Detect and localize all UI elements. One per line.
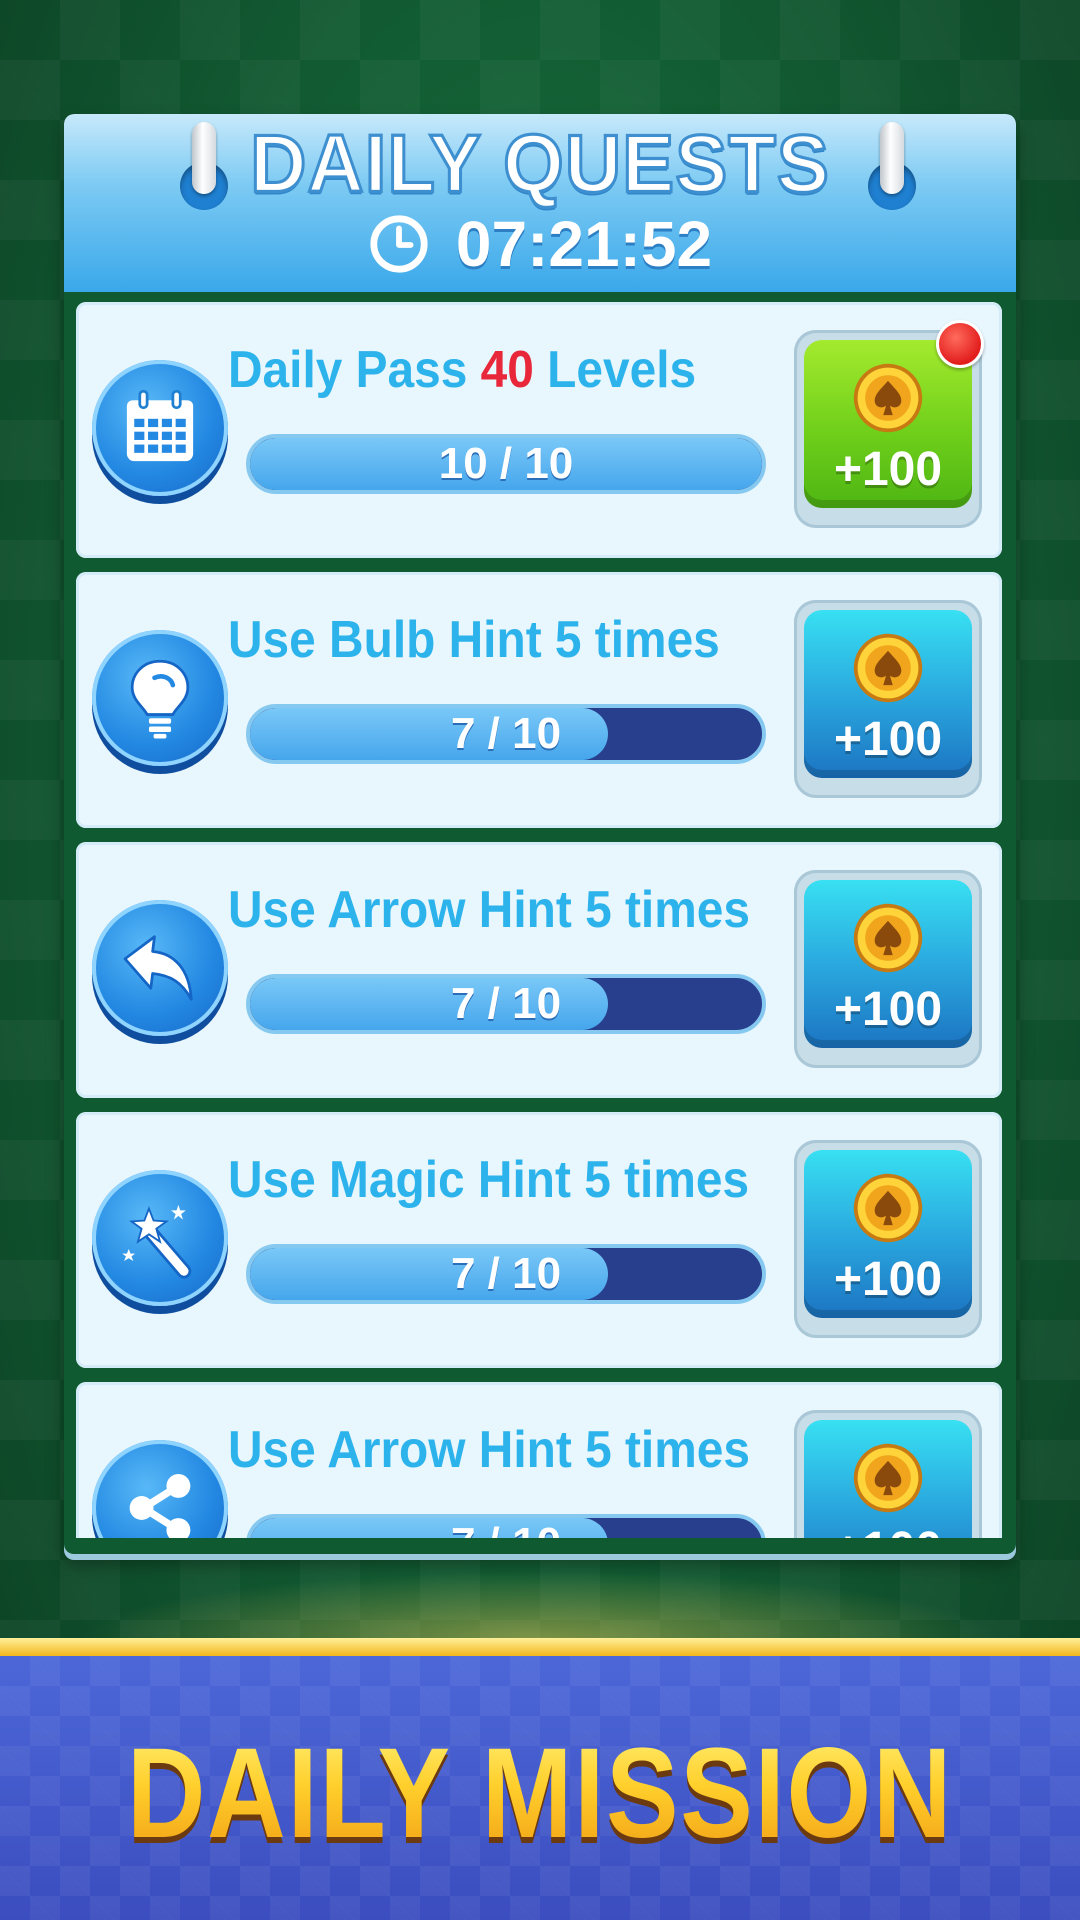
- notification-dot: [936, 320, 984, 368]
- progress-text: 7 / 10: [450, 1249, 562, 1298]
- progress-text: 7 / 10: [450, 979, 562, 1028]
- quest-card: Use Arrow Hint 5 times 7 / 10 +100: [76, 1382, 1002, 1538]
- claim-reward-button[interactable]: +100: [804, 340, 972, 508]
- progress-bar: 7 / 10: [246, 704, 766, 764]
- quest-card: Daily Pass 40 Levels 10 / 10 +100: [76, 302, 1002, 558]
- arrow-icon: [123, 935, 193, 1001]
- share-icon: [129, 1473, 191, 1538]
- board-header: DAILY QUESTS 07:21:52: [64, 114, 1016, 292]
- quest-title: Daily Pass 40 Levels: [228, 341, 697, 399]
- banner-gold-strip: [0, 1638, 1080, 1656]
- quest-card: Use Arrow Hint 5 times 7 / 10 +100: [76, 842, 1002, 1098]
- page-title: DAILY QUESTS: [249, 115, 831, 211]
- reward-button[interactable]: +100: [804, 610, 972, 778]
- reward-amount: +100: [833, 443, 943, 496]
- progress-text: 10 / 10: [438, 439, 574, 488]
- reward-frame: +100: [794, 600, 982, 798]
- reward-button[interactable]: +100: [804, 880, 972, 1048]
- reward-amount: +100: [834, 1522, 942, 1538]
- progress-bar: 10 / 10: [246, 434, 766, 494]
- quest-list[interactable]: Daily Pass 40 Levels 10 / 10 +100 Use Bu…: [64, 302, 1016, 1538]
- reward-frame: +100: [794, 1140, 982, 1338]
- reward-frame: +100: [794, 870, 982, 1068]
- reward-amount: +100: [833, 713, 943, 766]
- progress-bar: 7 / 10: [246, 974, 766, 1034]
- reward-amount: +100: [833, 983, 943, 1036]
- spade-coin-icon: [853, 633, 923, 703]
- banner-glow: [0, 1560, 1080, 1640]
- reward-amount: +100: [833, 1253, 943, 1306]
- banner-title: DAILY MISSION: [81, 1720, 999, 1867]
- countdown-timer: 07:21:52: [64, 206, 1016, 282]
- reward-button[interactable]: +100: [804, 1420, 972, 1538]
- quest-board: DAILY QUESTS 07:21:52 Daily Pass 40 Leve…: [64, 114, 1016, 1554]
- quest-card: Use Magic Hint 5 times 7 / 10 +100: [76, 1112, 1002, 1368]
- spade-coin-icon: [853, 1443, 923, 1513]
- timer-value: 07:21:52: [455, 208, 713, 280]
- progress-bar: 7 / 10: [246, 1514, 766, 1538]
- reward-button[interactable]: +100: [804, 1150, 972, 1318]
- quest-card: Use Bulb Hint 5 times 7 / 10 +100: [76, 572, 1002, 828]
- calendar-icon: [126, 389, 194, 462]
- quest-title: Use Magic Hint 5 times: [228, 1151, 750, 1209]
- quest-title: Use Bulb Hint 5 times: [228, 611, 720, 669]
- spade-coin-icon: [853, 903, 923, 973]
- reward-frame: +100: [794, 1410, 982, 1538]
- quest-icon-badge: [92, 1170, 228, 1306]
- quest-icon-badge: [92, 1440, 228, 1538]
- progress-text: 7 / 10: [250, 1518, 762, 1538]
- bulb-icon: [130, 659, 190, 739]
- clock-icon: [370, 215, 428, 273]
- spade-coin-icon: [853, 1173, 923, 1243]
- magic-wand-icon: [122, 1204, 192, 1279]
- progress-text: 7 / 10: [450, 709, 562, 758]
- quest-title: Use Arrow Hint 5 times: [228, 1421, 750, 1479]
- quest-icon-badge: [92, 900, 228, 1036]
- spade-coin-icon: [853, 363, 923, 433]
- quest-icon-badge: [92, 360, 228, 496]
- quest-title: Use Arrow Hint 5 times: [228, 881, 750, 939]
- progress-bar: 7 / 10: [246, 1244, 766, 1304]
- quest-icon-badge: [92, 630, 228, 766]
